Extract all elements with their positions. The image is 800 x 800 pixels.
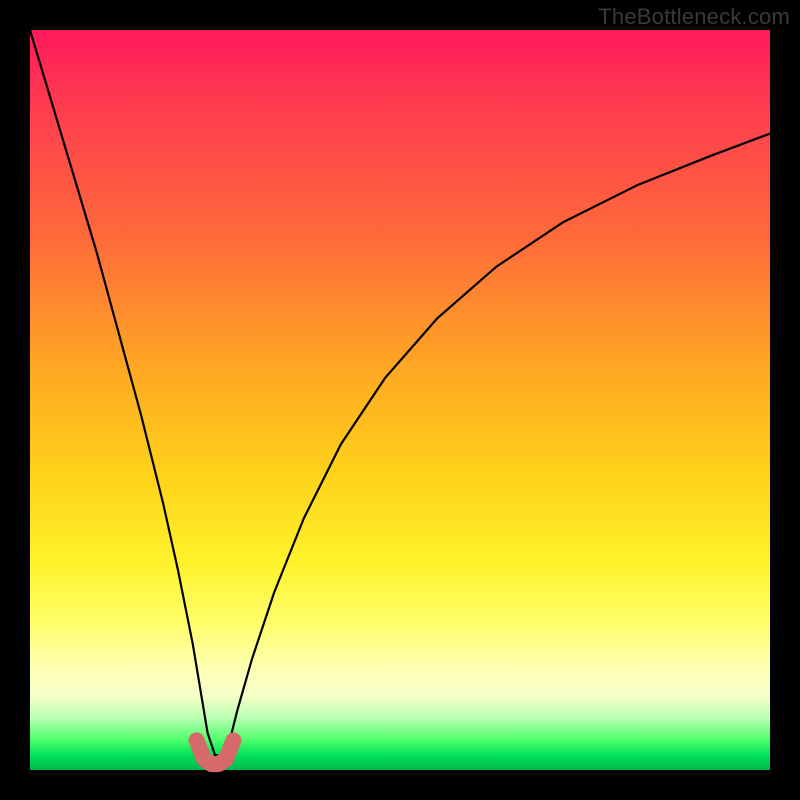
- plot-area: [30, 30, 770, 770]
- bottleneck-curve: [30, 30, 770, 755]
- chart-stage: TheBottleneck.com: [0, 0, 800, 800]
- curve-layer: [30, 30, 770, 770]
- watermark-text: TheBottleneck.com: [598, 4, 790, 30]
